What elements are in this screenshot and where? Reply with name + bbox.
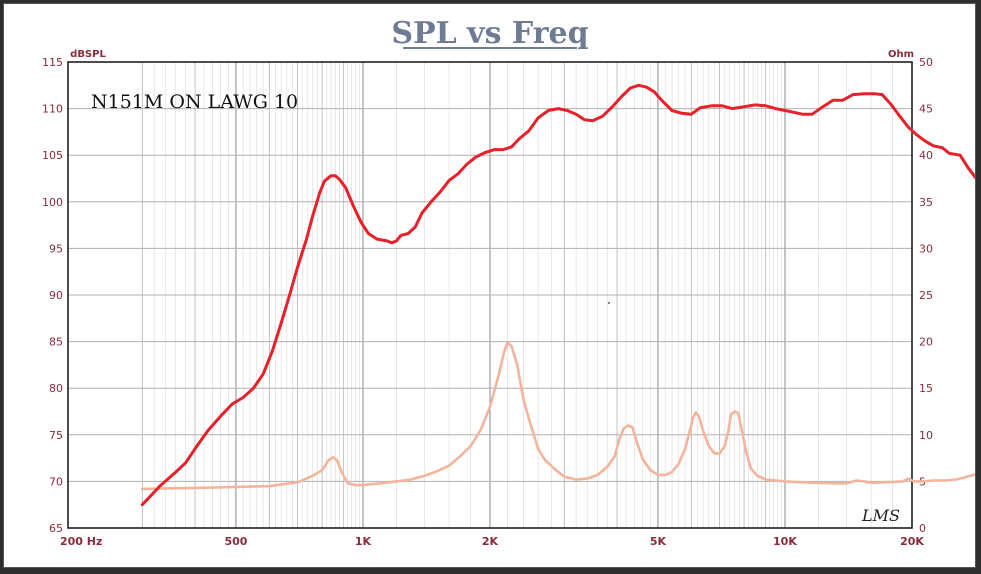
y-right-tick-label: 25 [919, 289, 933, 302]
chart-annotation: N151M ON LAWG 10 [91, 91, 298, 113]
y-right-tick-label: 20 [919, 336, 933, 349]
y-left-tick-label: 95 [49, 242, 63, 255]
x-ticks: 200 Hz 500 1K 2K 5K 10K 20K [60, 535, 924, 548]
x-tick-label: 1K [355, 535, 372, 548]
y-right-tick-label: 50 [919, 56, 933, 69]
x-tick-label: 20K [900, 535, 924, 548]
spl-chart: SPL vs Freq 11511010510095908580757065 5… [42, 16, 975, 548]
y-left-tick-label: 85 [49, 336, 63, 349]
y-right-tick-label: 30 [919, 242, 933, 255]
x-tick-label: 10K [773, 535, 797, 548]
chart-title: SPL vs Freq [391, 16, 588, 51]
y-left-tick-label: 75 [49, 429, 63, 442]
x-tick-label: 200 Hz [60, 535, 102, 548]
x-tick-label: 500 [224, 535, 247, 548]
y-left-tick-label: 70 [49, 475, 63, 488]
y-left-tick-label: 90 [49, 289, 63, 302]
x-tick-label: 2K [482, 535, 499, 548]
y-right-tick-label: 40 [919, 149, 933, 162]
y-left-label: dBSPL [70, 49, 106, 60]
y-left-ticks: 115 110 105 100 95 90 85 80 75 70 65 [42, 56, 63, 535]
y-right-label: Ohm [888, 49, 914, 60]
y-right-tick-label: 35 [919, 196, 933, 209]
chart-frame: SPL vs Freq 115 110 105 100 95 90 85 80 75 70 65 5… [3, 3, 976, 568]
lms-logo: LMS [861, 506, 900, 525]
x-tick-label: 5K [650, 535, 667, 548]
y-right-tick-label: 45 [919, 103, 933, 116]
y-right-tick-label: 10 [919, 429, 933, 442]
y-left-tick-label: 80 [49, 382, 63, 395]
y-left-tick-label: 115 [42, 56, 63, 69]
grid [68, 62, 912, 528]
y-left-tick-label: 65 [49, 522, 63, 535]
y-right-tick-label: 0 [919, 522, 926, 535]
stray-dot [608, 302, 610, 304]
y-left-tick-label: 100 [42, 196, 63, 209]
y-left-tick-label: 105 [42, 149, 63, 162]
y-right-tick-label: 15 [919, 382, 933, 395]
y-right-ticks: 50454035302520151050 [919, 56, 933, 535]
y-left-tick-label: 110 [42, 103, 63, 116]
